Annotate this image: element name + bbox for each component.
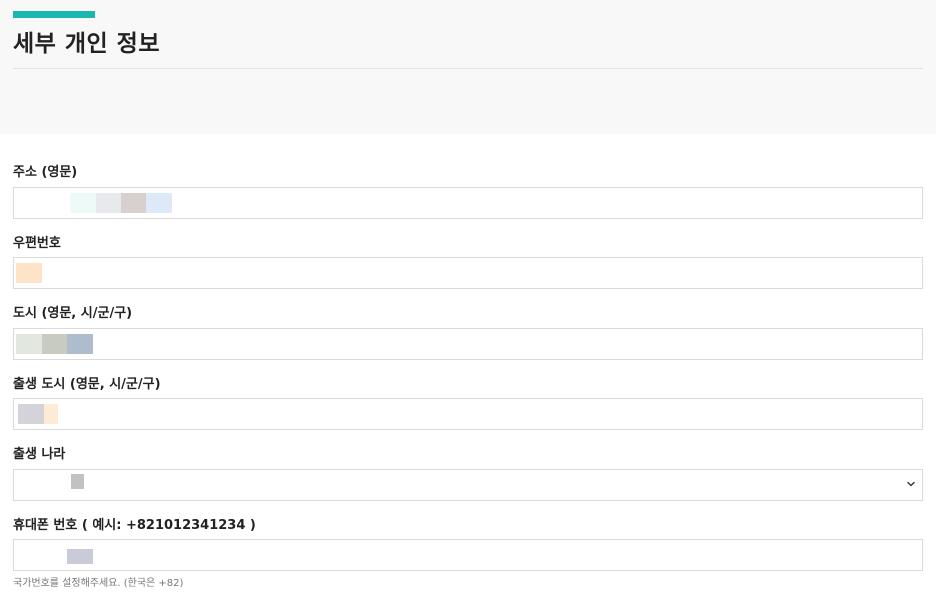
birth-country-select[interactable]	[13, 469, 923, 501]
redacted-value	[67, 549, 93, 564]
redacted-value	[67, 334, 93, 354]
postal-code-input[interactable]	[13, 257, 923, 289]
address-input[interactable]	[13, 187, 923, 219]
redacted-value	[71, 474, 84, 489]
redacted-value	[44, 404, 58, 424]
postal-code-label: 우편번호	[13, 236, 61, 251]
header-divider	[13, 68, 923, 69]
mobile-phone-label: 휴대폰 번호 ( 예시: +821012341234 )	[13, 518, 256, 533]
redacted-value	[70, 193, 96, 213]
redacted-value	[18, 404, 44, 424]
redacted-value	[16, 334, 42, 354]
city-label: 도시 (영문, 시/군/구)	[13, 306, 133, 321]
redacted-value	[16, 263, 42, 283]
birth-city-label: 출생 도시 (영문, 시/군/구)	[13, 377, 161, 392]
redacted-value	[121, 193, 146, 213]
page-title: 세부 개인 정보	[13, 31, 160, 57]
redacted-value	[42, 334, 67, 354]
address-label: 주소 (영문)	[13, 165, 78, 180]
mobile-phone-helper-text: 국가번호를 설정해주세요. (한국은 +82)	[13, 578, 184, 589]
city-input[interactable]	[13, 328, 923, 360]
redacted-value	[96, 193, 121, 213]
redacted-value	[146, 193, 172, 213]
birth-country-label: 출생 나라	[13, 447, 66, 462]
accent-bar	[13, 11, 95, 18]
mobile-phone-input[interactable]	[13, 539, 923, 571]
chevron-down-icon	[907, 481, 915, 487]
birth-city-input[interactable]	[13, 398, 923, 430]
page-header: 세부 개인 정보	[0, 0, 936, 134]
